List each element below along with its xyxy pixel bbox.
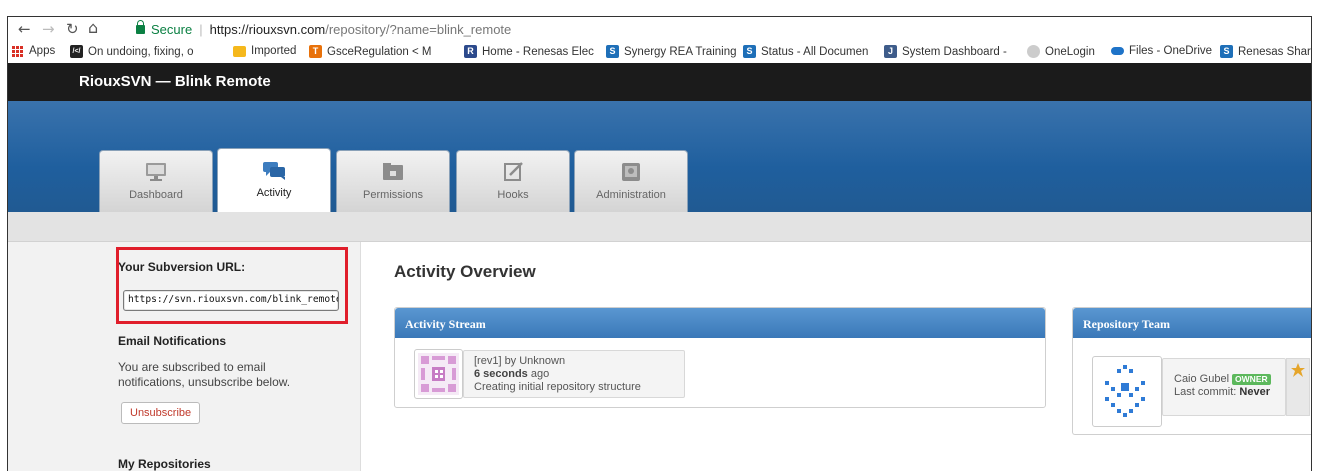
site-title[interactable]: RiouxSVN — Blink Remote bbox=[79, 73, 271, 90]
unsubscribe-button[interactable]: Unsubscribe bbox=[121, 402, 201, 424]
repository-team-heading: Repository Team bbox=[1073, 308, 1311, 338]
sharepoint-icon: S bbox=[606, 45, 619, 58]
bookmark-label: Files - OneDrive bbox=[1129, 45, 1213, 57]
page-title: Activity Overview bbox=[394, 262, 536, 281]
tab-label: Administration bbox=[596, 189, 666, 201]
tab-hooks[interactable]: Hooks bbox=[456, 150, 570, 212]
bookmark-label: Synergy REA Training bbox=[624, 45, 737, 58]
sharepoint-icon: S bbox=[743, 45, 756, 58]
tab-dashboard[interactable]: Dashboard bbox=[99, 150, 213, 212]
folder-lock-icon bbox=[383, 163, 403, 180]
bookmark-label: Renesas Share bbox=[1238, 45, 1311, 58]
bookmark-item[interactable]: T GsceRegulation < M bbox=[309, 45, 432, 58]
time-value: 6 seconds bbox=[474, 368, 528, 380]
my-repositories-heading: My Repositories bbox=[118, 457, 211, 471]
bookmark-apps[interactable]: Apps bbox=[12, 45, 55, 57]
onedrive-icon bbox=[1111, 47, 1124, 55]
tab-label: Activity bbox=[256, 187, 292, 199]
home-icon[interactable]: ⌂ bbox=[88, 18, 98, 37]
tab-administration[interactable]: Administration bbox=[574, 150, 688, 212]
bookmark-label: Status - All Documen bbox=[761, 45, 869, 58]
jira-icon: J bbox=[884, 45, 897, 58]
avatar bbox=[414, 349, 463, 399]
bookmark-item[interactable]: Files - OneDrive bbox=[1111, 45, 1212, 57]
reload-icon[interactable]: ↻ bbox=[66, 20, 79, 38]
safe-icon bbox=[622, 163, 640, 181]
bookmark-folder[interactable]: Imported bbox=[233, 45, 296, 57]
bookmarks-bar: Apps /</ On undoing, fixing, o Imported … bbox=[8, 42, 1311, 63]
rev-line: [rev1] by Unknown bbox=[474, 355, 566, 367]
tab-activity[interactable]: Activity bbox=[217, 148, 331, 212]
member-name: Caio Gubel bbox=[1174, 373, 1230, 385]
site-header: RiouxSVN — Blink Remote bbox=[8, 63, 1311, 101]
tab-permissions[interactable]: Permissions bbox=[336, 150, 450, 212]
bookmark-item[interactable]: J System Dashboard - bbox=[884, 45, 1007, 58]
member-actions bbox=[1286, 358, 1310, 416]
bookmark-label: OneLogin bbox=[1045, 45, 1095, 58]
bookmark-label: System Dashboard - bbox=[902, 45, 1007, 58]
bookmark-label: GsceRegulation < M bbox=[327, 45, 432, 58]
bookmark-item[interactable]: S Status - All Documen bbox=[743, 45, 868, 58]
bookmark-item[interactable]: S Renesas Share bbox=[1220, 45, 1311, 58]
lock-icon bbox=[136, 20, 145, 34]
bookmark-item[interactable]: R Home - Renesas Elec bbox=[464, 45, 594, 58]
last-commit-line: Last commit: Never bbox=[1174, 386, 1285, 399]
secure-label: Secure bbox=[151, 22, 193, 37]
activity-time: 6 seconds ago bbox=[474, 368, 684, 381]
forward-icon[interactable]: → bbox=[42, 20, 55, 38]
identicon-icon bbox=[1105, 365, 1145, 417]
email-notifications-heading: Email Notifications bbox=[118, 334, 227, 348]
last-commit-label: Last commit: bbox=[1174, 386, 1240, 398]
browser-toolbar: ← → ↻ ⌂ Secure | https://riouxsvn.com/repo… bbox=[8, 17, 1311, 42]
identicon-icon bbox=[418, 353, 459, 395]
last-commit-value: Never bbox=[1239, 386, 1270, 398]
onelogin-icon bbox=[1027, 45, 1040, 58]
owner-badge: OWNER bbox=[1232, 374, 1271, 385]
time-suffix: ago bbox=[527, 368, 550, 380]
bookmark-item[interactable]: OneLogin bbox=[1027, 45, 1095, 58]
star-icon[interactable] bbox=[1290, 362, 1306, 378]
email-notifications-text: You are subscribed to email notification… bbox=[118, 360, 291, 389]
browser-window: ← → ↻ ⌂ Secure | https://riouxsvn.com/repo… bbox=[7, 16, 1312, 471]
bookmark-label: Imported bbox=[251, 45, 297, 57]
tab-band: Dashboard Activity Permissions Hooks Adm… bbox=[8, 101, 1311, 212]
activity-stream-panel: Activity Stream [rev1] by Unknown 6 seco… bbox=[394, 307, 1046, 408]
url-host: https://riouxsvn.com bbox=[209, 22, 326, 37]
bookmark-item[interactable]: /</ On undoing, fixing, o bbox=[70, 45, 194, 58]
chat-bubbles-icon bbox=[263, 162, 285, 180]
highlight-box bbox=[116, 247, 348, 324]
bookmark-item[interactable]: S Synergy REA Training bbox=[606, 45, 737, 58]
bookmark-label: Apps bbox=[29, 45, 56, 57]
member-name-line: Caio Gubel OWNER bbox=[1174, 373, 1285, 386]
address-bar[interactable]: Secure | https://riouxsvn.com/repository/?… bbox=[136, 20, 1296, 39]
edit-icon bbox=[504, 162, 523, 181]
renesas-icon: R bbox=[464, 45, 477, 58]
tab-label: Dashboard bbox=[129, 189, 183, 201]
team-member-card[interactable]: Caio Gubel OWNER Last commit: Never bbox=[1162, 358, 1286, 416]
subnav-band bbox=[8, 212, 1311, 242]
apps-grid-icon bbox=[12, 45, 23, 57]
sharepoint-icon: S bbox=[1220, 45, 1233, 58]
activity-item[interactable]: [rev1] by Unknown 6 seconds ago Creating… bbox=[463, 350, 685, 398]
folder-icon bbox=[233, 45, 246, 57]
url-separator: | bbox=[199, 22, 203, 37]
bookmark-label: Home - Renesas Elec bbox=[482, 45, 594, 58]
activity-stream-heading: Activity Stream bbox=[395, 308, 1045, 338]
tab-label: Permissions bbox=[363, 189, 423, 201]
monitor-icon bbox=[146, 163, 166, 181]
bookmark-label: On undoing, fixing, o bbox=[88, 45, 194, 58]
repository-team-panel: Repository Team Caio Gubel OWNER Last com… bbox=[1072, 307, 1311, 435]
site-favicon: /</ bbox=[70, 45, 83, 58]
site-favicon: T bbox=[309, 45, 322, 58]
back-icon[interactable]: ← bbox=[18, 20, 31, 38]
tab-label: Hooks bbox=[497, 189, 529, 201]
commit-message: Creating initial repository structure bbox=[474, 381, 641, 393]
url-path: /repository/?name=blink_remote bbox=[325, 22, 512, 37]
avatar bbox=[1092, 356, 1162, 427]
